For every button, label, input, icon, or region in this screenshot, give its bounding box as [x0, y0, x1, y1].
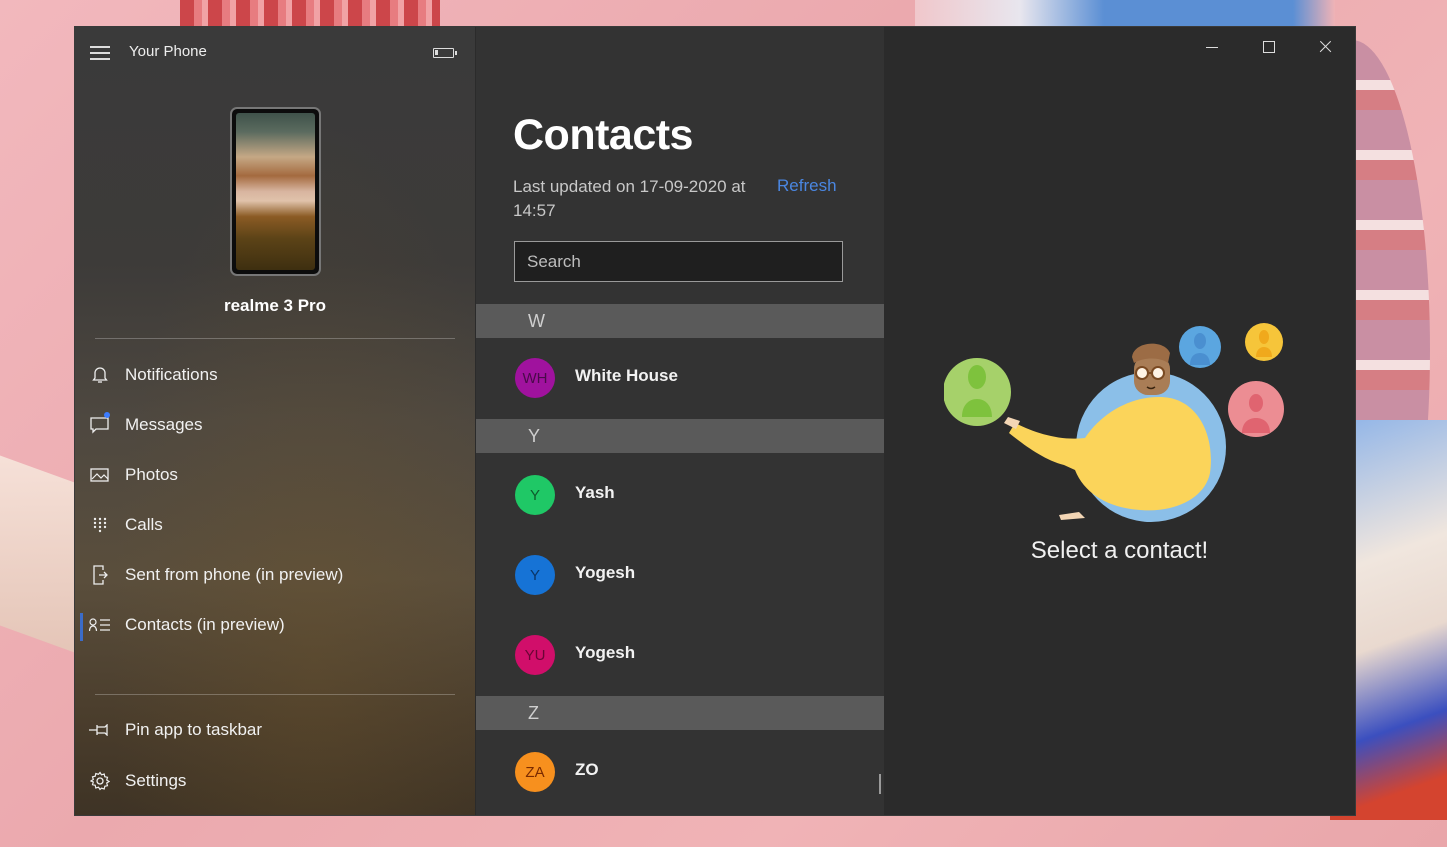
title-bar: Your Phone: [75, 27, 475, 79]
scrollbar-thumb[interactable]: [879, 774, 881, 794]
contact-avatar: WH: [515, 358, 555, 398]
phone-share-icon: [80, 565, 120, 585]
contacts-list-icon: [80, 615, 120, 635]
select-contact-illustration: [944, 323, 1284, 522]
contact-avatar: Y: [515, 475, 555, 515]
phone-preview-image[interactable]: [230, 107, 321, 276]
battery-low-icon: [433, 48, 457, 58]
refresh-link[interactable]: Refresh: [777, 176, 837, 196]
desktop-wallpaper-decoration: [915, 0, 1335, 28]
desktop-wallpaper-decoration: [180, 0, 440, 28]
unread-dot: [104, 412, 110, 418]
sidebar-item-label: Contacts (in preview): [125, 615, 285, 634]
contact-name: Yogesh: [575, 643, 636, 662]
close-button[interactable]: [1302, 35, 1348, 65]
contact-detail-pane: Select a contact!: [884, 27, 1355, 815]
avatar-initials: Y: [529, 486, 540, 504]
empty-state-message: Select a contact!: [1030, 537, 1209, 564]
contact-row[interactable]: Y Yogesh: [476, 535, 884, 615]
photos-icon: [80, 465, 120, 485]
group-letter: W: [528, 311, 545, 331]
avatar-initials: ZA: [525, 763, 545, 781]
contact-row[interactable]: ZA ZO: [476, 732, 884, 812]
avatar-initials: Y: [529, 566, 540, 584]
contact-row[interactable]: Y Yash: [476, 455, 884, 535]
sidebar: Your Phone realme 3 Pro Notifications Me…: [75, 27, 475, 815]
sidebar-item-photos[interactable]: Photos: [80, 453, 470, 497]
group-letter: Z: [528, 703, 539, 723]
pin-icon: [80, 720, 120, 740]
sidebar-item-notifications[interactable]: Notifications: [80, 353, 470, 397]
contact-name: Yogesh: [575, 563, 636, 582]
sidebar-item-label: Calls: [125, 515, 163, 534]
chat-icon: [80, 412, 120, 435]
dialpad-icon: [80, 515, 120, 535]
desktop-wallpaper-decoration: [0, 455, 80, 655]
divider: [95, 694, 455, 695]
group-header-y[interactable]: Y: [476, 419, 884, 453]
group-header-z[interactable]: Z: [476, 696, 884, 730]
avatar-initials: YU: [524, 646, 546, 664]
page-title: Contacts: [513, 111, 693, 159]
app-window: Your Phone realme 3 Pro Notifications Me…: [75, 27, 1355, 815]
app-title: Your Phone: [129, 43, 207, 60]
avatar-initials: WH: [522, 369, 548, 387]
search-input[interactable]: [514, 241, 843, 282]
device-name: realme 3 Pro: [223, 296, 327, 315]
contact-row[interactable]: WH White House: [476, 338, 884, 418]
contact-name: ZO: [575, 760, 599, 779]
sidebar-item-label: Sent from phone (in preview): [125, 565, 344, 584]
divider: [95, 338, 455, 339]
contacts-list-pane: Contacts Last updated on 17-09-2020 at 1…: [476, 27, 884, 815]
sidebar-item-contacts[interactable]: Contacts (in preview): [80, 603, 470, 647]
contact-row[interactable]: YU Yogesh: [476, 615, 884, 695]
sidebar-item-label: Photos: [125, 465, 178, 484]
sidebar-item-label: Pin app to taskbar: [125, 720, 263, 739]
contact-avatar: YU: [515, 635, 555, 675]
sidebar-item-label: Notifications: [125, 365, 218, 384]
sidebar-item-calls[interactable]: Calls: [80, 503, 470, 547]
phone-wallpaper: [236, 113, 315, 270]
contact-name: White House: [575, 366, 678, 385]
hamburger-menu-icon[interactable]: [90, 46, 110, 60]
gear-icon: [80, 771, 120, 791]
group-letter: Y: [528, 426, 541, 446]
group-header-w[interactable]: W: [476, 304, 884, 338]
pin-app-button[interactable]: Pin app to taskbar: [80, 708, 470, 752]
contact-avatar: Y: [515, 555, 555, 595]
sidebar-item-sent-from-phone[interactable]: Sent from phone (in preview): [80, 553, 470, 597]
sidebar-item-label: Settings: [125, 771, 187, 790]
bell-icon: [80, 365, 120, 385]
sidebar-item-label: Messages: [125, 415, 203, 434]
contact-avatar: ZA: [515, 752, 555, 792]
sidebar-item-messages[interactable]: Messages: [80, 403, 470, 447]
contact-name: Yash: [575, 483, 615, 502]
minimize-button[interactable]: [1189, 35, 1235, 65]
last-updated-text: Last updated on 17-09-2020 at 14:57: [513, 177, 746, 220]
settings-button[interactable]: Settings: [80, 759, 470, 803]
maximize-button[interactable]: [1246, 35, 1292, 65]
person-yellow-sweater: [1009, 397, 1211, 511]
